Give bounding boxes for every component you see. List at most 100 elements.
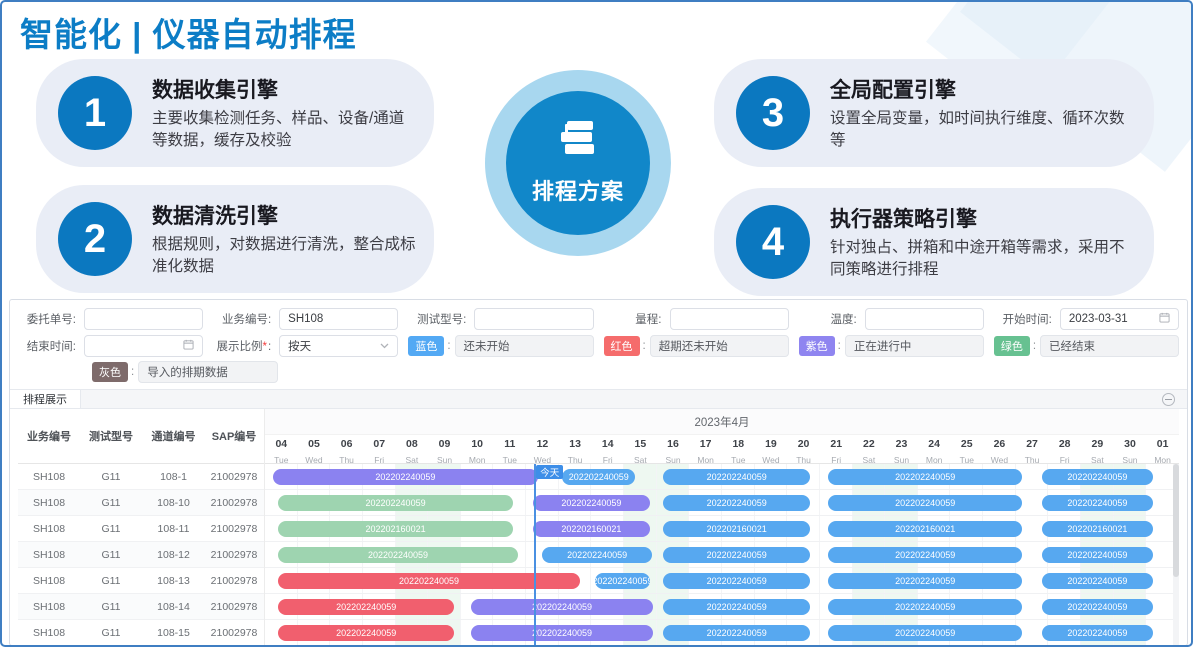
feature-card-4: 4 执行器策略引擎 针对独占、拼箱和中途开箱等需求，采用不同策略进行排程 (714, 188, 1154, 296)
calendar-icon[interactable] (1159, 312, 1170, 326)
gantt-bar-blue[interactable]: 202202160021 (828, 521, 1022, 537)
range-input[interactable] (670, 308, 789, 330)
gantt-bar-blue[interactable]: 202202160021 (663, 521, 810, 537)
gantt-day-column: 14Fri (591, 435, 624, 463)
table-row[interactable]: SH108G11108-1021002978 (18, 490, 264, 516)
feature-desc: 针对独占、拼箱和中途开箱等需求，采用不同策略进行排程 (830, 237, 1136, 281)
gantt-bar-green[interactable]: 202202160021 (278, 521, 513, 537)
gantt-day-column: 23Sun (885, 435, 918, 463)
gantt-day-column: 11Tue (493, 435, 526, 463)
gantt-day-column: 24Mon (918, 435, 951, 463)
gantt-bar-purple[interactable]: 202202240059 (471, 599, 654, 615)
table-cell: SH108 (18, 497, 80, 509)
table-cell: 108-12 (142, 549, 205, 561)
gantt-bar-blue[interactable]: 202202160021 (1042, 521, 1153, 537)
table-row[interactable]: SH108G11108-1221002978 (18, 542, 264, 568)
feature-card-1: 1 数据收集引擎 主要收集检测任务、样品、设备/通道等数据，缓存及校验 (36, 59, 434, 167)
display-scale-select[interactable]: 按天 (279, 335, 398, 357)
gantt-bar-blue[interactable]: 202202240059 (663, 547, 810, 563)
gantt-bar-green[interactable]: 202202240059 (278, 547, 518, 563)
gantt-row: 202202240059 202202240059 202202240059 2022… (265, 620, 1179, 646)
start-date-input[interactable]: 2023-03-31 (1060, 308, 1179, 330)
table-row[interactable]: SH108G11108-1421002978 (18, 594, 264, 620)
field-label: 量程: (604, 311, 670, 327)
gantt-day-header: 04Tue05Wed06Thu07Fri08Sat09Sun10Mon11Tue… (265, 435, 1179, 464)
gantt-bar-blue[interactable]: 202202240059 (828, 625, 1022, 641)
gantt-bar-blue[interactable]: 202202240059 (663, 625, 810, 641)
gantt-bar-red[interactable]: 202202240059 (278, 599, 454, 615)
gantt-day-column: 15Sat (624, 435, 657, 463)
vertical-scrollbar[interactable] (1173, 464, 1179, 646)
page-title: 智能化 | 仪器自动排程 (20, 8, 357, 56)
gantt-bar-blue[interactable]: 202202240059 (828, 495, 1022, 511)
collapse-icon[interactable] (1162, 393, 1175, 406)
table-row[interactable]: SH108G11108-1121002978 (18, 516, 264, 542)
temperature-input[interactable] (865, 308, 984, 330)
field-label: 开始时间: (994, 311, 1060, 327)
chevron-down-icon (380, 340, 389, 352)
field-label: 温度: (799, 311, 865, 327)
gantt-bar-green[interactable]: 202202240059 (278, 495, 513, 511)
order-no-input[interactable] (84, 308, 203, 330)
end-date-input[interactable] (84, 335, 203, 357)
gantt-day-column: 09Sun (428, 435, 461, 463)
gantt-bar-blue[interactable]: 202202240059 (1042, 469, 1153, 485)
gantt-bar-blue[interactable]: 202202240059 (828, 469, 1022, 485)
tab-schedule-display[interactable]: 排程展示 (10, 390, 81, 408)
table-cell: SH108 (18, 575, 80, 587)
table-cell: 21002978 (205, 471, 263, 483)
gantt-day-column: 22Sat (853, 435, 886, 463)
gantt-day-column: 08Sat (396, 435, 429, 463)
gantt-day-column: 26Wed (983, 435, 1016, 463)
gantt-day-column: 17Mon (689, 435, 722, 463)
gantt-bar-purple[interactable]: 202202240059 (471, 625, 654, 641)
gantt-bar-blue[interactable]: 202202240059 (663, 469, 810, 485)
table-cell: 108-11 (142, 523, 205, 535)
gantt-bar-blue[interactable]: 202202240059 (663, 599, 810, 615)
table-cell: 108-1 (142, 471, 205, 483)
gantt-bar-blue[interactable]: 202202240059 (663, 573, 810, 589)
filter-row-2: 结束时间: 展示比例*: 按天 (18, 335, 1179, 357)
table-cell: G11 (80, 601, 142, 613)
gantt-day-column: 07Fri (363, 435, 396, 463)
table-cell: SH108 (18, 627, 80, 639)
gantt-bar-purple[interactable]: 202202240059 (273, 469, 537, 485)
feature-desc: 主要收集检测任务、样品、设备/通道等数据，缓存及校验 (152, 108, 416, 152)
gantt-day-column: 19Wed (755, 435, 788, 463)
gantt-bar-blue[interactable]: 202202240059 (1042, 625, 1153, 641)
gantt-bar-blue[interactable]: 202202240059 (828, 599, 1022, 615)
gantt-bar-blue[interactable]: 202202240059 (1042, 599, 1153, 615)
section-tabbar: 排程展示 (10, 389, 1187, 409)
gantt-bar-blue[interactable]: 202202240059 (1042, 573, 1153, 589)
business-no-input[interactable]: SH108 (279, 308, 398, 330)
field-label: 展示比例*: (213, 338, 279, 354)
legend-text-green: 已经结束 (1040, 335, 1179, 357)
gantt-bar-purple[interactable]: 202202240059 (533, 495, 651, 511)
gantt-bar-blue[interactable]: 202202240059 (562, 469, 635, 485)
gantt-day-column: 04Tue (265, 435, 298, 463)
calendar-icon[interactable] (183, 339, 194, 353)
gantt-bar-blue[interactable]: 202202240059 (828, 547, 1022, 563)
gantt-bar-blue[interactable]: 202202240059 (595, 573, 650, 589)
gantt-bar-red[interactable]: 202202240059 (278, 625, 454, 641)
gantt-bar-blue[interactable]: 202202240059 (1042, 547, 1153, 563)
table-cell: SH108 (18, 601, 80, 613)
slide-canvas: 智能化 | 仪器自动排程 1 数据收集引擎 主要收集检测任务、样品、设备/通道等… (0, 0, 1193, 647)
table-row[interactable]: SH108G11108-1521002978 (18, 620, 264, 646)
gantt-day-column: 29Sat (1081, 435, 1114, 463)
gantt-bar-purple[interactable]: 202202160021 (533, 521, 651, 537)
gantt-day-column: 10Mon (461, 435, 494, 463)
table-cell: 108-15 (142, 627, 205, 639)
gantt-bar-blue[interactable]: 202202240059 (663, 495, 810, 511)
table-cell: 21002978 (205, 627, 263, 639)
legend-color-badge-green: 绿色 (994, 336, 1030, 356)
gantt-bar-blue[interactable]: 202202240059 (1042, 495, 1153, 511)
test-model-input[interactable] (474, 308, 593, 330)
feature-title: 数据收集引擎 (152, 74, 416, 104)
gantt-bar-blue[interactable]: 202202240059 (542, 547, 651, 563)
table-row[interactable]: SH108G11108-1321002978 (18, 568, 264, 594)
gantt-bar-blue[interactable]: 202202240059 (828, 573, 1022, 589)
table-row[interactable]: SH108G11108-121002978 (18, 464, 264, 490)
feature-card-3: 3 全局配置引擎 设置全局变量，如时间执行维度、循环次数等 (714, 59, 1154, 167)
step-number-badge: 2 (58, 202, 132, 276)
